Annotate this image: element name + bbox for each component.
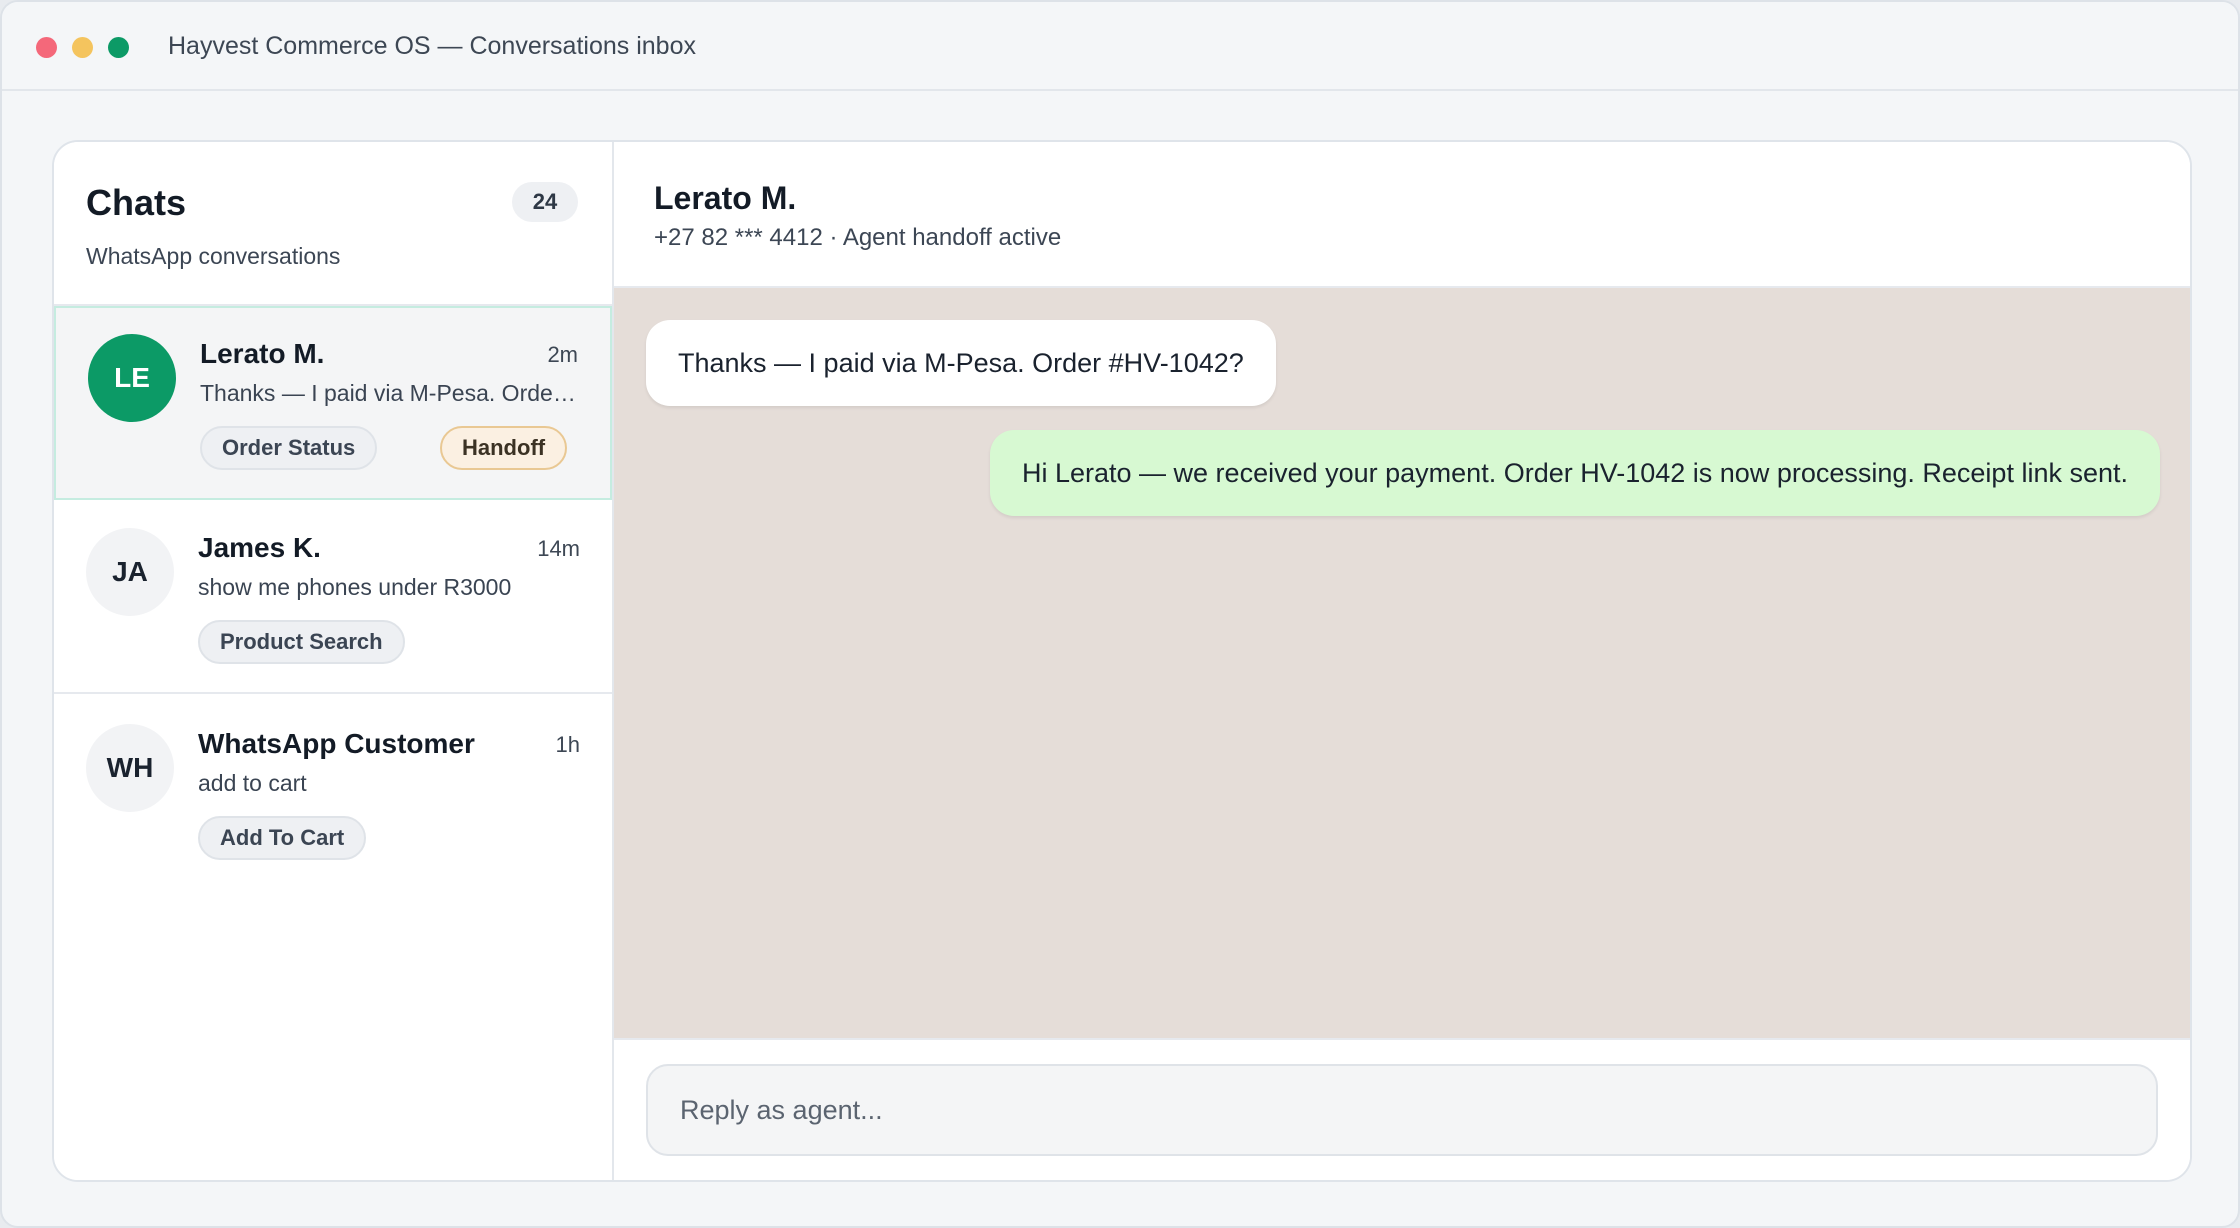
avatar: LE bbox=[88, 334, 176, 422]
avatar: JA bbox=[86, 528, 174, 616]
chat-name: WhatsApp Customer bbox=[198, 728, 475, 759]
minimize-window-icon[interactable] bbox=[72, 37, 93, 58]
chats-count-badge: 24 bbox=[512, 182, 578, 222]
tag-handoff: Handoff bbox=[440, 426, 568, 470]
chats-title: Chats bbox=[86, 182, 187, 223]
chat-time: 14m bbox=[537, 536, 580, 561]
chat-preview: Thanks — I paid via M-Pesa. Order #HV-10… bbox=[200, 380, 582, 406]
close-window-icon[interactable] bbox=[36, 37, 57, 58]
message-thread: Thanks — I paid via M-Pesa. Order #HV-10… bbox=[614, 288, 2190, 1038]
conversation-header: Lerato M. +27 82 *** 4412 · Agent handof… bbox=[614, 142, 2190, 288]
conversation-panel: Lerato M. +27 82 *** 4412 · Agent handof… bbox=[614, 142, 2190, 1180]
app-window: Hayvest Commerce OS — Conversations inbo… bbox=[0, 0, 2240, 1228]
window-title: Hayvest Commerce OS — Conversations inbo… bbox=[168, 32, 696, 60]
sidebar-header: Chats 24 WhatsApp conversations bbox=[54, 142, 612, 306]
chat-item-lerato[interactable]: LE Lerato M. 2m Thanks — I paid via M-Pe… bbox=[54, 306, 612, 500]
chats-subtitle: WhatsApp conversations bbox=[86, 243, 341, 269]
chat-name: Lerato M. bbox=[200, 338, 325, 369]
chat-item-whatsapp-customer[interactable]: WH WhatsApp Customer 1h add to cart Add … bbox=[54, 694, 612, 888]
tag-add-to-cart: Add To Cart bbox=[198, 816, 367, 860]
chat-preview: show me phones under R3000 bbox=[198, 574, 512, 600]
outgoing-message: Hi Lerato — we received your payment. Or… bbox=[989, 430, 2160, 516]
chat-preview: add to cart bbox=[198, 770, 307, 796]
reply-composer bbox=[614, 1038, 2190, 1180]
conversation-contact-details: +27 82 *** 4412 · Agent handoff active bbox=[654, 224, 1062, 251]
avatar: WH bbox=[86, 724, 174, 812]
chat-name: James K. bbox=[198, 532, 321, 563]
chat-time: 2m bbox=[547, 342, 578, 367]
tag-product-search: Product Search bbox=[198, 620, 405, 664]
tag-order-status: Order Status bbox=[200, 426, 378, 470]
chat-item-james[interactable]: JA James K. 14m show me phones under R30… bbox=[54, 500, 612, 694]
incoming-message: Thanks — I paid via M-Pesa. Order #HV-10… bbox=[646, 320, 1276, 406]
reply-input[interactable] bbox=[646, 1064, 2158, 1156]
title-bar: Hayvest Commerce OS — Conversations inbo… bbox=[2, 2, 2238, 91]
maximize-window-icon[interactable] bbox=[108, 37, 129, 58]
chats-sidebar: Chats 24 WhatsApp conversations LE Lerat… bbox=[54, 142, 614, 1180]
chat-time: 1h bbox=[555, 732, 580, 757]
conversation-contact-name: Lerato M. bbox=[654, 180, 797, 216]
inbox-panel: Chats 24 WhatsApp conversations LE Lerat… bbox=[52, 140, 2192, 1182]
